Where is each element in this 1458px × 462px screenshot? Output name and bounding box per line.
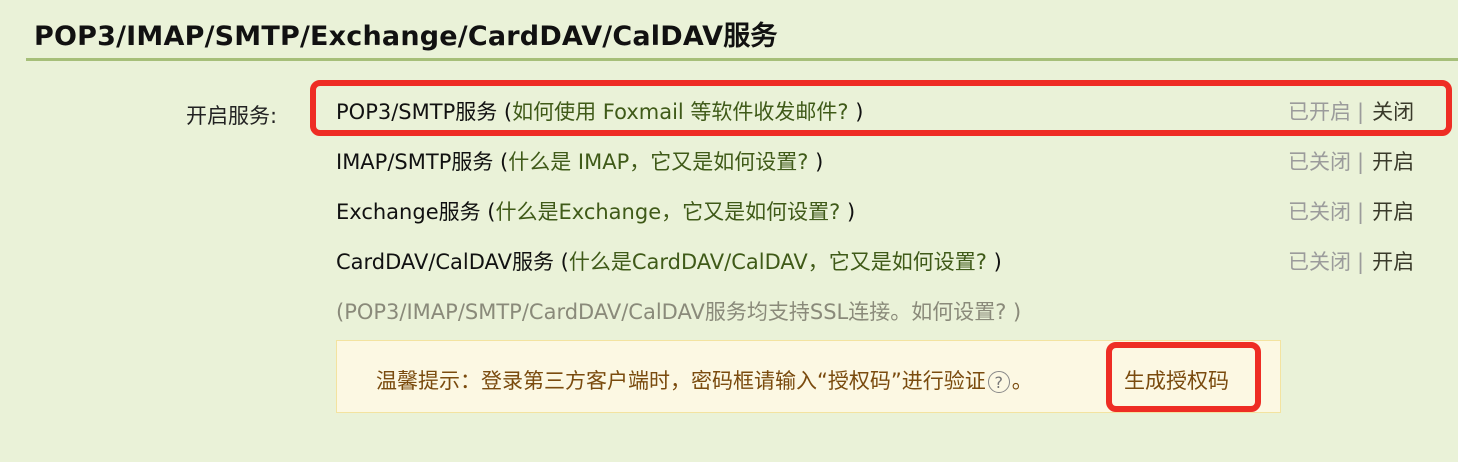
status-separator: |: [1357, 150, 1365, 174]
service-name: CardDAV/CalDAV服务: [336, 250, 554, 274]
tip-text: 温馨提示：登录第三方客户端时，密码框请输入“授权码”进行验证?。: [376, 365, 1033, 395]
service-help-link[interactable]: 什么是 IMAP，它又是如何设置?: [508, 150, 808, 174]
service-help-link[interactable]: 什么是Exchange，它又是如何设置?: [496, 200, 841, 224]
section-title: POP3/IMAP/SMTP/Exchange/CardDAV/CalDAV服务: [34, 21, 778, 52]
title-divider: [26, 58, 1458, 61]
status-separator: |: [1357, 250, 1365, 274]
enable-services-label: 开启服务:: [186, 104, 278, 128]
enable-button[interactable]: 开启: [1372, 150, 1414, 174]
service-imap-smtp: IMAP/SMTP服务 (什么是 IMAP，它又是如何设置? ): [336, 146, 823, 176]
service-name: IMAP/SMTP服务: [336, 150, 494, 174]
highlight-box-pop3: [310, 80, 1452, 136]
service-exchange: Exchange服务 (什么是Exchange，它又是如何设置? ): [336, 196, 855, 226]
highlight-box-generate: [1106, 342, 1261, 412]
tip-message: 温馨提示：登录第三方客户端时，密码框请输入“授权码”进行验证: [376, 369, 986, 393]
status-text: 已关闭: [1288, 200, 1351, 224]
paren-open: (: [493, 150, 509, 174]
paren-close: ): [986, 250, 1002, 274]
status-text: 已关闭: [1288, 250, 1351, 274]
service-carddav-caldav: CardDAV/CalDAV服务 (什么是CardDAV/CalDAV，它又是如…: [336, 246, 1002, 276]
service-status-exchange: 已关闭 | 开启: [1288, 196, 1414, 226]
tip-period: 。: [1011, 369, 1033, 393]
ssl-support-link[interactable]: (POP3/IMAP/SMTP/CardDAV/CalDAV服务均支持SSL连接…: [336, 296, 1021, 326]
paren-close: ): [840, 200, 856, 224]
paren-open: (: [553, 250, 569, 274]
service-help-link[interactable]: 什么是CardDAV/CalDAV，它又是如何设置?: [569, 250, 987, 274]
status-separator: |: [1357, 200, 1365, 224]
question-icon[interactable]: ?: [987, 371, 1010, 393]
service-name: Exchange服务: [336, 200, 481, 224]
service-status-imap-smtp: 已关闭 | 开启: [1288, 146, 1414, 176]
enable-button[interactable]: 开启: [1372, 250, 1414, 274]
service-status-carddav-caldav: 已关闭 | 开启: [1288, 246, 1414, 276]
paren-close: ): [808, 150, 824, 174]
status-text: 已关闭: [1288, 150, 1351, 174]
paren-open: (: [480, 200, 496, 224]
enable-button[interactable]: 开启: [1372, 200, 1414, 224]
